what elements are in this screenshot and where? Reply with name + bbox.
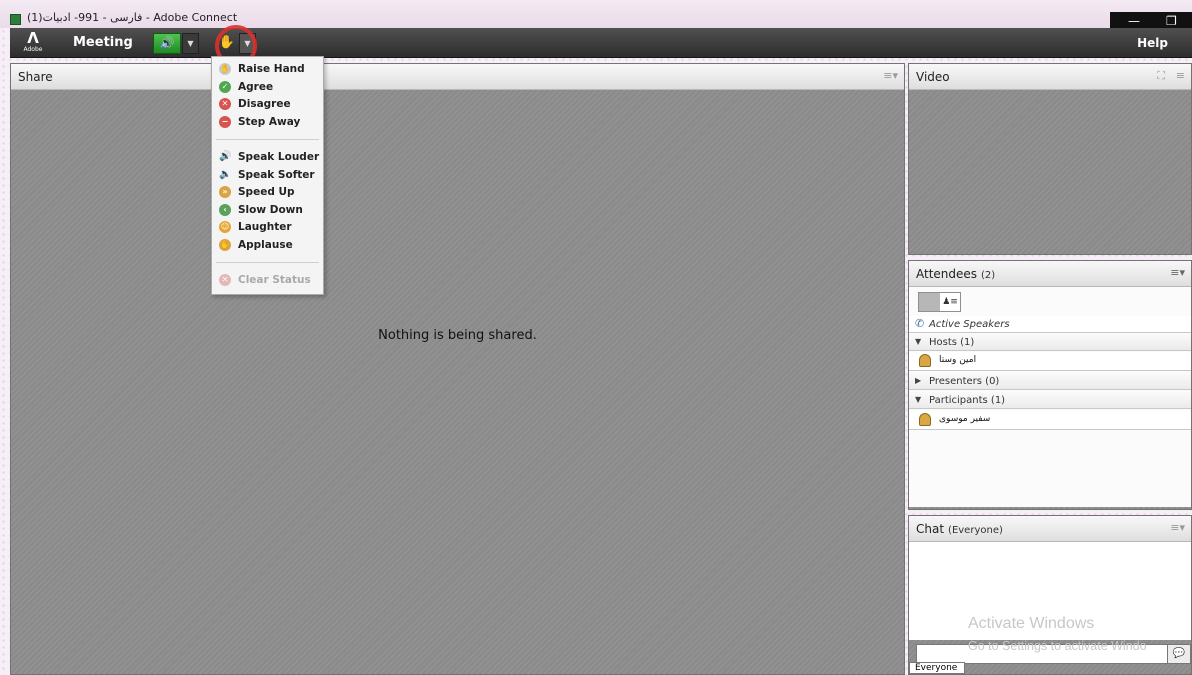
attendees-list: ♟≡ ✆ Active Speakers ▼ Hosts (1) امین وس…: [909, 287, 1191, 507]
menu-item-raise-hand[interactable]: ✋ Raise Hand: [212, 61, 323, 78]
share-empty-message: Nothing is being shared.: [378, 328, 537, 343]
host-name: امین وستا: [939, 355, 977, 365]
speaker-icon: 🔊: [159, 36, 175, 50]
rabbit-icon: »: [219, 186, 231, 198]
menu-separator: [216, 139, 319, 140]
chat-pod-header: Chat (Everyone) ≡▾: [909, 516, 1191, 542]
activation-watermark-subtitle: Go to Settings to activate Windo: [968, 639, 1147, 653]
pod-options-icon[interactable]: ≡▾: [1170, 266, 1185, 279]
menu-item-label: Speed Up: [238, 186, 295, 198]
window-titlebar: (فارسی - 991- ادبیات(1 - Adobe Connect: [0, 0, 1192, 28]
chevron-down-icon: ▼: [915, 337, 922, 346]
pod-options-icon[interactable]: ≡: [1176, 69, 1185, 82]
video-pod-header: Video ⛶ ≡: [909, 64, 1191, 90]
menu-item-speak-softer[interactable]: 🔈 Speak Softer: [212, 167, 323, 184]
detail-view-icon[interactable]: ♟≡: [940, 293, 960, 311]
chevron-down-icon: ▼: [187, 39, 194, 48]
video-pod-title: Video: [916, 70, 950, 84]
menu-item-step-away[interactable]: − Step Away: [212, 114, 323, 131]
share-pod: Share ≡▾ Nothing is being shared.: [10, 63, 905, 675]
chat-tab-everyone[interactable]: Everyone: [909, 662, 965, 674]
chat-title-text: Chat: [916, 522, 945, 536]
participants-section[interactable]: ▼ Participants (1): [909, 392, 1191, 409]
menu-item-label: Disagree: [238, 98, 291, 110]
chat-pod-title: Chat (Everyone): [916, 522, 1003, 536]
participants-label: Participants (1): [929, 395, 1006, 406]
video-pod: Video ⛶ ≡: [908, 63, 1192, 255]
adobe-logo: Λ Adobe: [22, 31, 44, 55]
menu-item-applause[interactable]: ✋ Applause: [212, 237, 323, 254]
menu-item-label: Applause: [238, 239, 293, 251]
meeting-menu[interactable]: Meeting: [73, 35, 133, 50]
menu-item-disagree[interactable]: ✕ Disagree: [212, 96, 323, 113]
clear-status-icon: ✕: [219, 274, 231, 286]
presenters-label: Presenters (0): [929, 376, 1000, 387]
menu-item-agree[interactable]: ✓ Agree: [212, 79, 323, 96]
fullscreen-icon[interactable]: ⛶: [1157, 69, 1165, 83]
menu-item-label: Clear Status: [238, 274, 311, 286]
speech-bubble-icon: 💬: [1172, 648, 1186, 659]
list-view-icon[interactable]: [919, 293, 940, 311]
menu-item-speed-up[interactable]: » Speed Up: [212, 184, 323, 201]
adobe-logo-word: Adobe: [23, 46, 43, 53]
attendees-pod-title: Attendees (2): [916, 267, 995, 281]
audio-button[interactable]: 🔊: [153, 33, 181, 54]
smile-icon: ☺: [219, 221, 231, 233]
host-icon: [919, 354, 931, 367]
minus-icon: −: [219, 116, 231, 128]
share-pod-header: Share ≡▾: [11, 64, 904, 90]
attendee-view-toggle[interactable]: ♟≡: [918, 292, 961, 312]
applause-icon: ✋: [219, 239, 231, 251]
restore-button[interactable]: ❐: [1166, 14, 1177, 28]
x-icon: ✕: [219, 98, 231, 110]
check-icon: ✓: [219, 81, 231, 93]
help-menu[interactable]: Help: [1137, 36, 1168, 50]
participant-icon: [919, 413, 931, 426]
participant-name: سفیر موسوی: [939, 414, 991, 424]
active-speakers-label: Active Speakers: [929, 319, 1010, 330]
app-icon: [10, 14, 21, 25]
chevron-down-icon: ▼: [915, 395, 922, 404]
hosts-label: Hosts (1): [929, 337, 975, 348]
menu-item-slow-down[interactable]: ‹ Slow Down: [212, 202, 323, 219]
presenters-section[interactable]: ▶ Presenters (0): [909, 373, 1191, 390]
host-attendee-row[interactable]: امین وستا: [909, 352, 1191, 371]
menu-item-speak-louder[interactable]: 🔊 Speak Louder: [212, 149, 323, 166]
attendees-count: (2): [981, 270, 996, 281]
status-menu: ✋ Raise Hand ✓ Agree ✕ Disagree − Step A…: [211, 56, 324, 295]
chevron-right-icon: ▶: [915, 376, 922, 385]
minimize-button[interactable]: —: [1128, 14, 1140, 28]
audio-dropdown-button[interactable]: ▼: [182, 33, 199, 54]
attendees-pod-header: Attendees (2) ≡▾: [909, 261, 1191, 287]
menu-item-label: Agree: [238, 81, 274, 93]
window-title: (فارسی - 991- ادبیات(1 - Adobe Connect: [27, 11, 238, 24]
menu-item-label: Raise Hand: [238, 63, 305, 75]
adobe-logo-icon: Λ: [27, 29, 39, 47]
menu-item-label: Speak Softer: [238, 169, 315, 181]
menu-separator: [216, 262, 319, 263]
hosts-section[interactable]: ▼ Hosts (1): [909, 334, 1191, 351]
send-message-button[interactable]: 💬: [1167, 644, 1191, 664]
pod-options-icon[interactable]: ≡▾: [1170, 521, 1185, 534]
menu-item-label: Slow Down: [238, 204, 303, 216]
menu-item-label: Step Away: [238, 116, 301, 128]
raise-hand-icon: ✋: [219, 63, 231, 75]
chat-scope: (Everyone): [948, 525, 1003, 536]
active-speakers-row: ✆ Active Speakers: [909, 316, 1191, 333]
phone-icon: ✆: [915, 317, 925, 330]
share-pod-title: Share: [18, 70, 53, 84]
menu-item-label: Laughter: [238, 221, 292, 233]
menu-item-laughter[interactable]: ☺ Laughter: [212, 219, 323, 236]
participant-attendee-row[interactable]: سفیر موسوی: [909, 411, 1191, 430]
attendees-title-text: Attendees: [916, 267, 978, 281]
pod-options-icon[interactable]: ≡▾: [883, 69, 898, 82]
attendees-pod: Attendees (2) ≡▾ ♟≡ ✆ Active Speakers ▼ H…: [908, 260, 1192, 510]
main-toolbar: Λ Adobe Meeting 🔊 ▼ ✋ ▼ Help: [10, 28, 1192, 58]
speaker-softer-icon: 🔈: [219, 169, 232, 180]
menu-item-label: Speak Louder: [238, 151, 320, 163]
activation-watermark-title: Activate Windows: [968, 615, 1095, 632]
speaker-louder-icon: 🔊: [219, 151, 232, 162]
menu-item-clear-status: ✕ Clear Status: [212, 272, 323, 289]
turtle-icon: ‹: [219, 204, 231, 216]
